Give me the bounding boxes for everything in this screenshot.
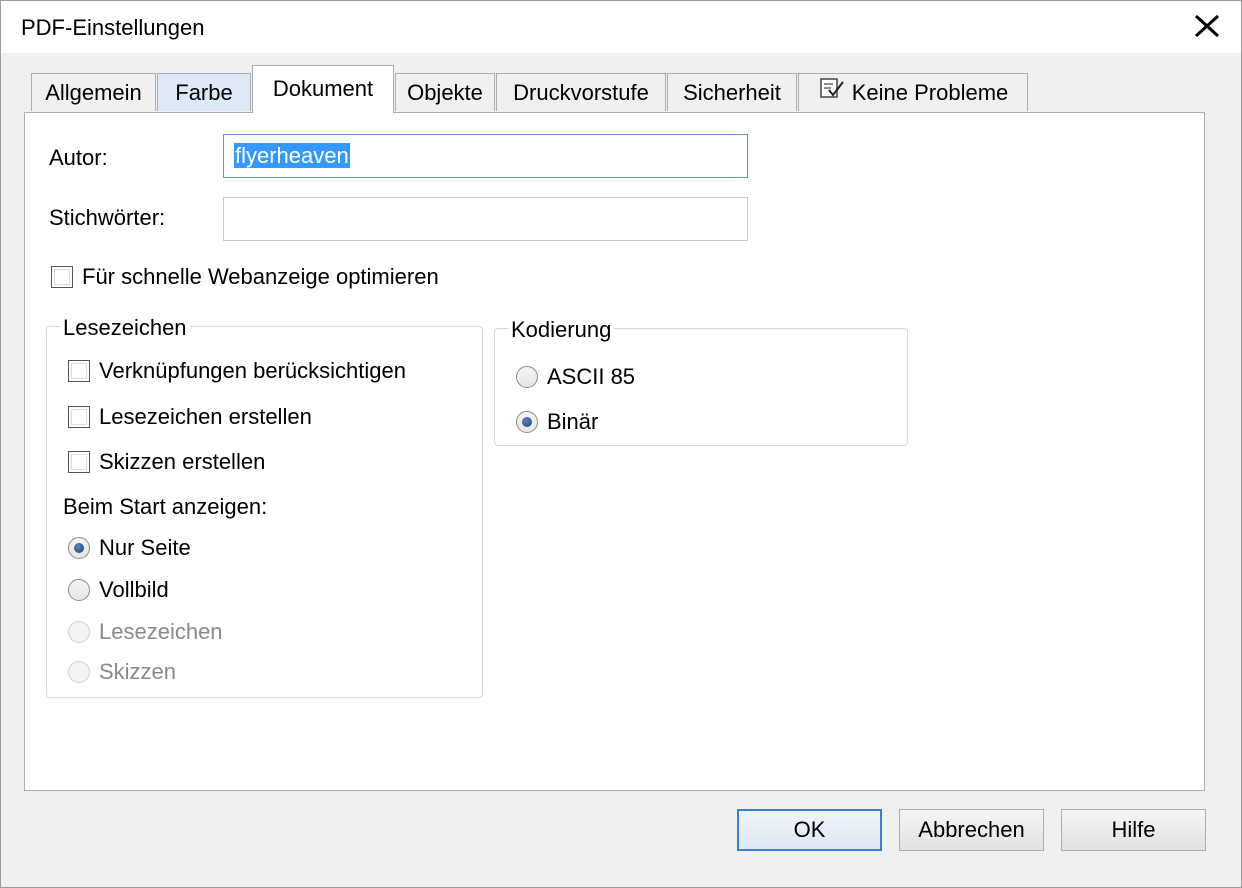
- binary-label: Binär: [547, 409, 599, 434]
- author-value: flyerheaven: [234, 143, 350, 168]
- tab-label: Druckvorstufe: [513, 80, 649, 105]
- link-checkbox[interactable]: [68, 360, 90, 382]
- web-optimize-checkbox[interactable]: [51, 266, 73, 288]
- web-optimize-label: Für schnelle Webanzeige optimieren: [82, 264, 439, 289]
- ascii85-radio[interactable]: [516, 366, 538, 388]
- pdf-settings-dialog: PDF-Einstellungen Allgemein Farbe Dokume…: [0, 0, 1242, 888]
- ok-label: OK: [793, 817, 826, 842]
- tab-objekte[interactable]: Objekte: [395, 73, 495, 111]
- author-label: Autor:: [49, 145, 108, 170]
- page-only-radio[interactable]: [68, 537, 90, 559]
- keywords-label: Stichwörter:: [49, 205, 166, 230]
- tab-druckvorstufe[interactable]: Druckvorstufe: [496, 73, 666, 111]
- window-title: PDF-Einstellungen: [21, 15, 205, 40]
- tab-farbe[interactable]: Farbe: [157, 73, 251, 111]
- cancel-label: Abbrechen: [918, 817, 1025, 842]
- tab-keine-probleme[interactable]: Keine Probleme: [798, 73, 1028, 111]
- page-only-label: Nur Seite: [99, 535, 191, 560]
- link-label: Verknüpfungen berücksichtigen: [99, 358, 406, 383]
- ok-button[interactable]: OK: [737, 809, 882, 851]
- create-thumbnails-label: Skizzen erstellen: [99, 449, 266, 474]
- thumbnails-radio: [68, 661, 90, 683]
- binary-radio[interactable]: [516, 411, 538, 433]
- tab-label: Dokument: [272, 76, 374, 101]
- create-bookmarks-checkbox[interactable]: [68, 406, 90, 428]
- bookmarks-group-title: Lesezeichen: [60, 315, 190, 341]
- tab-label: Allgemein: [45, 80, 142, 105]
- tab-label: Keine Probleme: [851, 80, 1009, 105]
- fullscreen-label: Vollbild: [99, 577, 169, 602]
- tab-dokument[interactable]: Dokument: [252, 65, 394, 113]
- keywords-input[interactable]: [223, 197, 748, 241]
- close-button[interactable]: [1187, 7, 1227, 45]
- tab-strip: Allgemein Farbe Dokument Objekte Druckvo…: [25, 65, 1207, 113]
- tab-label: Objekte: [407, 80, 483, 105]
- bookmarks-radio-label: Lesezeichen: [99, 619, 223, 644]
- tab-label: Farbe: [175, 80, 233, 105]
- tab-allgemein[interactable]: Allgemein: [31, 73, 156, 111]
- start-display-label: Beim Start anzeigen:: [63, 494, 268, 519]
- bookmarks-radio: [68, 621, 90, 643]
- help-button[interactable]: Hilfe: [1061, 809, 1206, 851]
- checklist-icon: [818, 73, 846, 111]
- author-input[interactable]: flyerheaven: [223, 134, 748, 178]
- ascii85-label: ASCII 85: [547, 364, 636, 389]
- fullscreen-radio[interactable]: [68, 579, 90, 601]
- encoding-group-title: Kodierung: [508, 317, 615, 343]
- create-thumbnails-checkbox[interactable]: [68, 451, 90, 473]
- tab-label: Sicherheit: [683, 80, 781, 105]
- help-label: Hilfe: [1111, 817, 1156, 842]
- tab-sicherheit[interactable]: Sicherheit: [667, 73, 797, 111]
- close-icon: [1194, 14, 1220, 38]
- cancel-button[interactable]: Abbrechen: [899, 809, 1044, 851]
- title-bar: PDF-Einstellungen: [1, 1, 1241, 53]
- thumbnails-radio-label: Skizzen: [99, 659, 177, 684]
- create-bookmarks-label: Lesezeichen erstellen: [99, 404, 312, 429]
